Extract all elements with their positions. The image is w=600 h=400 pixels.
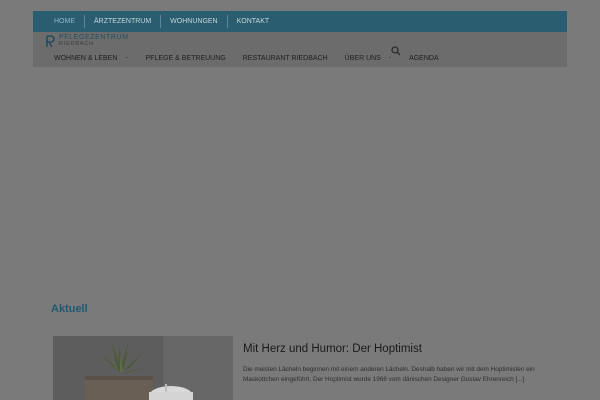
mainnav-label: PFLEGE & BETREUUNG (145, 55, 226, 62)
site-logo[interactable]: PFLEGEZENTRUM RIEDBACH (45, 33, 129, 49)
topnav-kontakt-link[interactable]: KONTAKT (228, 15, 279, 28)
mainnav-wohnen-leben[interactable]: WOHNEN & LEBEN ⌄ (54, 54, 129, 63)
mainnav-agenda[interactable]: AGENDA (409, 55, 439, 62)
mainnav-label: WOHNEN & LEBEN (54, 55, 118, 62)
logo-mark-icon (46, 34, 55, 47)
site-header: HOME ÄRZTEZENTRUM WOHNUNGEN KONTAKT PFLE… (33, 11, 567, 67)
succulent-image (53, 336, 233, 400)
mainnav-label: AGENDA (409, 55, 439, 62)
topnav-home-link[interactable]: HOME (45, 15, 85, 28)
article-excerpt: Die meisten Lächeln beginnen mit einem a… (243, 366, 535, 383)
logo-line-2: RIEDBACH (59, 41, 94, 47)
news-section-title: Aktuell (51, 303, 88, 315)
chevron-down-icon: ⌄ (124, 54, 129, 60)
mainnav-pflege-betreuung[interactable]: PFLEGE & BETREUUNG (146, 55, 226, 62)
main-navigation: WOHNEN & LEBEN ⌄ PFLEGE & BETREUUNG REST… (54, 54, 456, 63)
topnav-aerztezentrum-link[interactable]: ÄRZTEZENTRUM (85, 15, 162, 28)
mainnav-restaurant[interactable]: RESTAURANT RIEDBACH (243, 55, 328, 62)
chevron-down-icon: ⌄ (387, 54, 393, 60)
top-navigation-bar: HOME ÄRZTEZENTRUM WOHNUNGEN KONTAKT (33, 11, 567, 32)
main-header: PFLEGEZENTRUM RIEDBACH WOHNEN & LEBEN ⌄ … (33, 32, 567, 67)
article-title[interactable]: Mit Herz und Humor: Der Hoptimist (243, 343, 422, 355)
article-thumbnail[interactable] (53, 336, 233, 400)
mainnav-label: RESTAURANT RIEDBACH (242, 55, 328, 62)
topnav-wohnungen-link[interactable]: WOHNUNGEN (161, 15, 228, 28)
mainnav-label: ÜBER UNS (344, 55, 381, 62)
mainnav-ueber-uns[interactable]: ÜBER UNS ⌄ (344, 54, 393, 63)
